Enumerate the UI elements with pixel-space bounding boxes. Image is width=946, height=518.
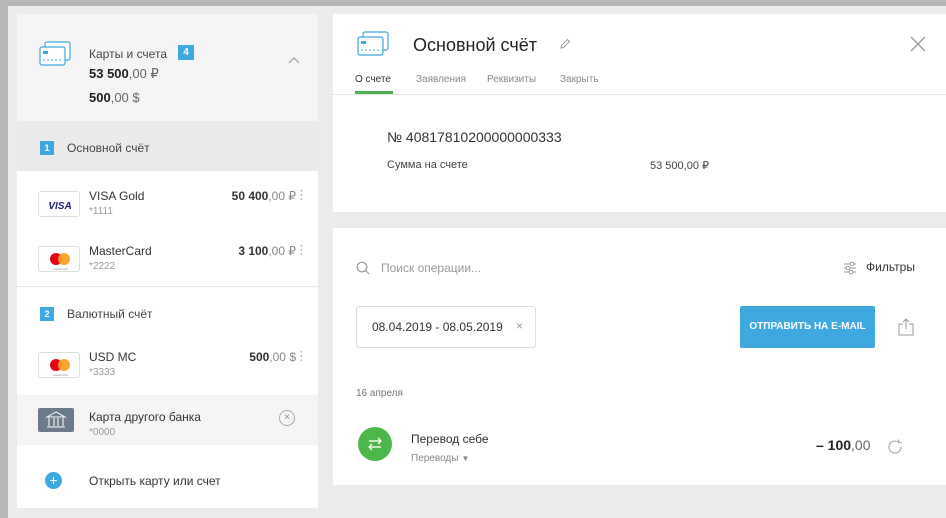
account-number: № 40817810200000000333 — [387, 129, 562, 145]
accounts-title: Карты и счета — [89, 47, 167, 61]
export-upload-icon[interactable] — [898, 318, 914, 341]
send-email-button[interactable]: ОТПРАВИТЬ НА E-MAIL — [740, 306, 875, 348]
group-number-badge: 1 — [40, 141, 54, 155]
group-label: Валютный счёт — [67, 307, 153, 321]
other-bank-card-row[interactable]: Карта другого банка *0000 × — [17, 395, 318, 445]
operation-category[interactable]: Переводы ▼ — [411, 453, 469, 464]
card-amount: 50 400,00 ₽ — [231, 189, 296, 203]
repeat-operation-icon[interactable] — [886, 438, 904, 461]
window-frame-left — [0, 0, 8, 518]
account-group-currency[interactable]: 2 Валютный счёт — [17, 291, 318, 341]
cards-icon — [39, 41, 71, 72]
accounts-header[interactable]: Карты и счета 4 53 500,00 ₽ 500,00 $ — [17, 14, 318, 121]
remove-card-icon[interactable]: × — [279, 410, 295, 426]
card-amount: 500,00 $ — [249, 350, 296, 364]
card-row-visa-gold[interactable]: VISA VISA Gold *1111 50 400,00 ₽ ⋮ — [17, 177, 318, 231]
svg-text:mastercard: mastercard — [52, 267, 67, 271]
operation-amount: – 100,00 — [816, 437, 871, 453]
operations-panel: Фильтры 08.04.2019 - 08.05.2019 × ОТПРАВ… — [333, 228, 946, 485]
total-usd: 500,00 $ — [89, 90, 140, 105]
tab-about[interactable]: О счете — [355, 74, 391, 85]
more-options-icon[interactable]: ⋮ — [295, 349, 308, 362]
svg-text:VISA: VISA — [48, 201, 71, 212]
mastercard-logo-icon: mastercard — [38, 352, 80, 378]
card-name: USD MC — [89, 350, 137, 364]
visa-logo-icon: VISA — [38, 191, 80, 217]
caret-down-icon: ▼ — [461, 454, 470, 463]
open-card-label: Открыть карту или счет — [89, 474, 221, 488]
accounts-count-badge: 4 — [178, 45, 194, 60]
balance-label: Сумма на счете — [387, 159, 468, 171]
card-amount: 3 100,00 ₽ — [238, 244, 296, 258]
open-card-or-account-link[interactable]: + Открыть карту или счет — [17, 459, 318, 499]
card-number: *2222 — [89, 261, 116, 272]
account-group-main[interactable]: 1 Основной счёт — [17, 121, 318, 171]
tab-requisites[interactable]: Реквизиты — [487, 74, 536, 85]
card-row-usd-mc[interactable]: mastercard USD MC *3333 500,00 $ ⋮ — [17, 338, 318, 392]
chevron-up-icon[interactable] — [288, 51, 300, 69]
balance-value: 53 500,00 ₽ — [650, 160, 709, 172]
tab-close[interactable]: Закрыть — [560, 74, 599, 85]
operation-name[interactable]: Перевод себе — [411, 432, 489, 446]
operations-date-heading: 16 апреля — [356, 388, 403, 399]
filters-label: Фильтры — [866, 260, 915, 274]
clear-date-icon[interactable]: × — [516, 319, 523, 333]
card-row-mastercard[interactable]: mastercard MasterCard *2222 3 100,00 ₽ ⋮ — [17, 232, 318, 286]
date-range-value: 08.04.2019 - 08.05.2019 — [372, 320, 503, 334]
bank-building-icon — [38, 408, 74, 432]
divider — [17, 286, 318, 287]
plus-icon: + — [45, 472, 62, 489]
card-number: *1111 — [89, 206, 113, 217]
window-frame-top — [0, 0, 946, 6]
accounts-sidebar: Карты и счета 4 53 500,00 ₽ 500,00 $ 1 О… — [17, 14, 318, 508]
date-range-field[interactable]: 08.04.2019 - 08.05.2019 × — [356, 306, 536, 348]
search-icon — [356, 261, 370, 280]
filter-sliders-icon — [843, 261, 857, 278]
more-options-icon[interactable]: ⋮ — [295, 243, 308, 256]
tab-statements[interactable]: Заявления — [416, 74, 466, 85]
card-number: *0000 — [89, 427, 116, 438]
divider — [333, 94, 946, 95]
card-name: VISA Gold — [89, 189, 145, 203]
close-icon[interactable] — [910, 36, 926, 57]
cards-icon — [357, 31, 389, 62]
search-input[interactable] — [381, 259, 681, 277]
group-label: Основной счёт — [67, 141, 150, 155]
total-rub: 53 500,00 ₽ — [89, 66, 159, 81]
card-name: MasterCard — [89, 244, 152, 258]
mastercard-logo-icon: mastercard — [38, 246, 80, 272]
account-details-panel: Основной счёт О счете Заявления Реквизит… — [333, 14, 946, 212]
transfer-arrows-icon — [358, 427, 392, 461]
group-number-badge: 2 — [40, 307, 54, 321]
card-number: *3333 — [89, 367, 116, 378]
account-title: Основной счёт — [413, 35, 537, 55]
card-name: Карта другого банка — [89, 410, 201, 424]
svg-text:mastercard: mastercard — [52, 373, 67, 377]
edit-pencil-icon[interactable] — [559, 37, 571, 55]
more-options-icon[interactable]: ⋮ — [295, 188, 308, 201]
